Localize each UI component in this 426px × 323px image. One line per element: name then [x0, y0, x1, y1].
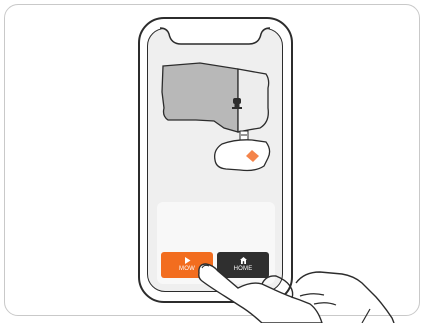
illustration: MOW HOME — [0, 0, 426, 323]
hand-icon — [198, 263, 395, 323]
